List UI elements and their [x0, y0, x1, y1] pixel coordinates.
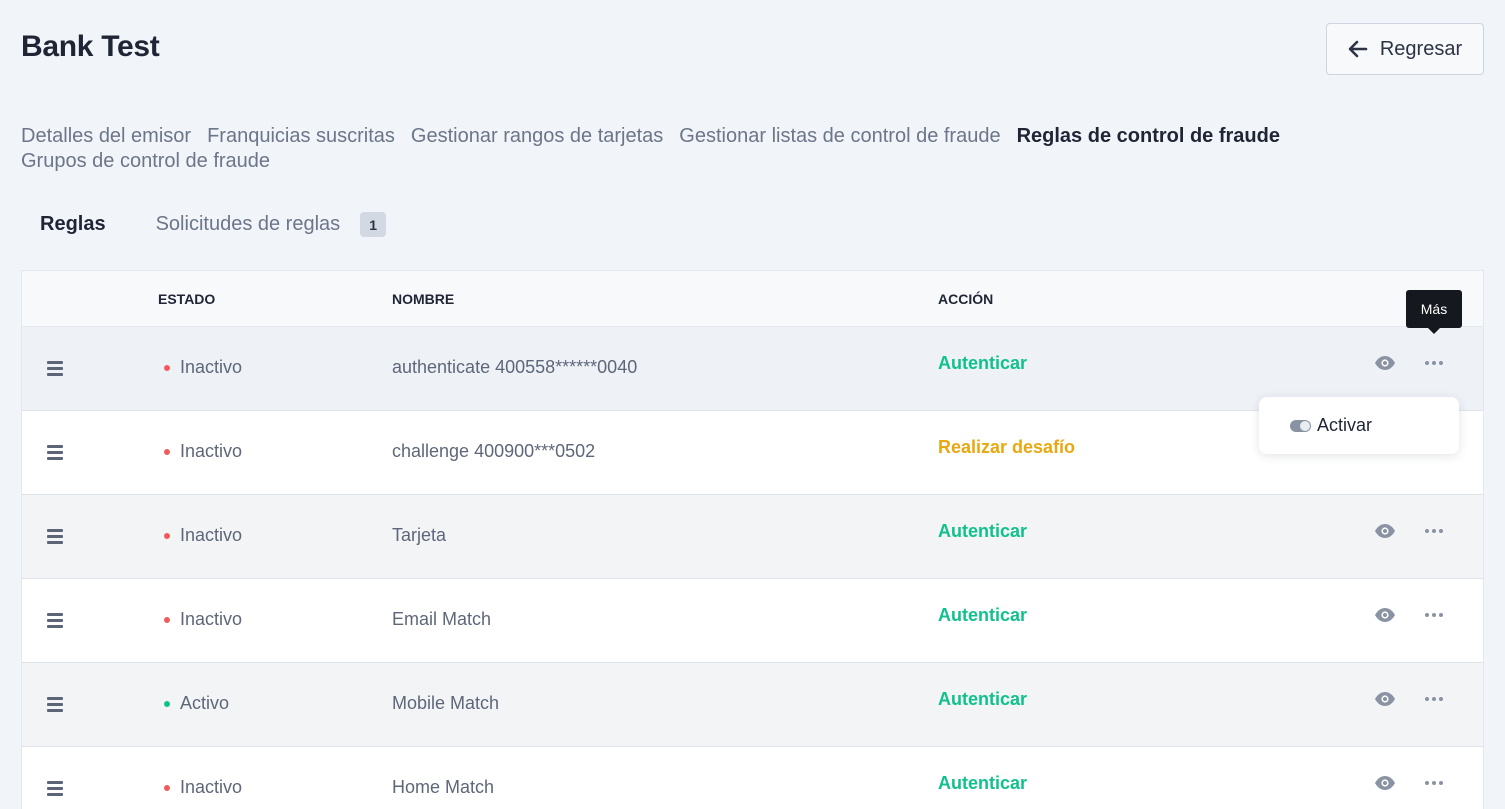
rule-name: challenge 400900***0502: [392, 441, 596, 461]
eye-icon[interactable]: [1374, 775, 1396, 791]
status-dot: [164, 448, 170, 455]
header-name: NOMBRE: [392, 291, 455, 307]
more-dots-icon[interactable]: [1425, 608, 1443, 622]
status-cell: Inactivo: [164, 357, 242, 378]
more-dots-icon[interactable]: [1425, 524, 1443, 538]
requests-count-badge: 1: [360, 212, 387, 237]
rule-name: Mobile Match: [392, 693, 500, 713]
nav-item-franquicias[interactable]: Franquicias suscritas: [207, 125, 395, 147]
rule-name: Email Match: [392, 609, 492, 629]
status-cell: Inactivo: [164, 777, 242, 798]
status-label: Inactivo: [180, 357, 243, 377]
drag-handle-icon[interactable]: [47, 613, 63, 628]
nav-item-rangos[interactable]: Gestionar rangos de tarjetas: [411, 125, 663, 147]
subtabs: Reglas Solicitudes de reglas 1: [40, 212, 387, 237]
drag-handle-icon[interactable]: [47, 529, 63, 544]
rule-action: Autenticar: [938, 689, 1028, 709]
drag-handle-icon[interactable]: [47, 781, 63, 796]
status-dot: [164, 784, 170, 791]
rule-name: authenticate 400558******0040: [392, 357, 638, 377]
status-label: Activo: [180, 693, 230, 713]
status-dot: [164, 616, 170, 623]
status-label: Inactivo: [180, 525, 243, 545]
rule-action: Realizar desafío: [938, 437, 1076, 457]
nav-item-detalles[interactable]: Detalles del emisor: [21, 125, 191, 147]
rule-name: Tarjeta: [392, 525, 447, 545]
more-dots-icon[interactable]: [1425, 692, 1443, 706]
nav-item-grupos[interactable]: Grupos de control de fraude: [21, 149, 1445, 174]
status-label: Inactivo: [180, 441, 243, 461]
nav-item-listas[interactable]: Gestionar listas de control de fraude: [679, 125, 1000, 147]
more-dots-icon[interactable]: [1425, 776, 1443, 790]
rules-table: ESTADO NOMBRE ACCIÓN Inactivo authentica…: [21, 270, 1484, 809]
rule-name: Home Match: [392, 777, 495, 797]
nav-item-reglas[interactable]: Reglas de control de fraude: [1017, 125, 1280, 147]
status-label: Inactivo: [180, 609, 243, 629]
toggle-icon: [1290, 419, 1311, 432]
rule-action: Autenticar: [938, 605, 1028, 625]
table-row: Inactivo Home Match Autenticar: [22, 747, 1483, 809]
table-row: Activo Mobile Match Autenticar: [22, 663, 1483, 747]
row-actions-menu[interactable]: Activar: [1259, 397, 1459, 454]
drag-handle-icon[interactable]: [47, 361, 63, 376]
back-button-label: Regresar: [1379, 37, 1463, 60]
more-dots-icon[interactable]: [1425, 356, 1443, 370]
eye-icon[interactable]: [1374, 523, 1396, 539]
rule-action: Autenticar: [938, 353, 1028, 373]
status-cell: Inactivo: [164, 525, 242, 546]
drag-handle-icon[interactable]: [47, 697, 63, 712]
status-cell: Activo: [164, 693, 229, 714]
status-dot: [164, 532, 170, 539]
drag-handle-icon[interactable]: [47, 445, 63, 460]
eye-icon[interactable]: [1374, 607, 1396, 623]
eye-icon[interactable]: [1374, 355, 1396, 371]
status-dot: [164, 700, 170, 707]
table-row: Inactivo Tarjeta Autenticar: [22, 495, 1483, 579]
issuer-nav: Detalles del emisor Franquicias suscritas…: [21, 124, 1461, 174]
arrow-left-icon: [1348, 40, 1368, 58]
status-cell: Inactivo: [164, 609, 242, 630]
more-tooltip: Más: [1406, 290, 1462, 334]
tab-reglas[interactable]: Reglas: [40, 213, 106, 236]
rule-action: Autenticar: [938, 521, 1028, 541]
status-dot: [164, 364, 170, 371]
rule-action: Autenticar: [938, 773, 1028, 793]
header-status: ESTADO: [158, 291, 216, 307]
back-button[interactable]: Regresar: [1326, 23, 1484, 75]
header-action: ACCIÓN: [938, 291, 994, 307]
table-row: Inactivo Email Match Autenticar: [22, 579, 1483, 663]
status-cell: Inactivo: [164, 441, 242, 462]
status-label: Inactivo: [180, 777, 243, 797]
activate-menu-item[interactable]: Activar: [1317, 415, 1372, 436]
table-header: ESTADO NOMBRE ACCIÓN: [22, 271, 1483, 327]
page-title: Bank Test: [21, 30, 160, 63]
eye-icon[interactable]: [1374, 691, 1396, 707]
tab-solicitudes[interactable]: Solicitudes de reglas: [156, 213, 341, 236]
